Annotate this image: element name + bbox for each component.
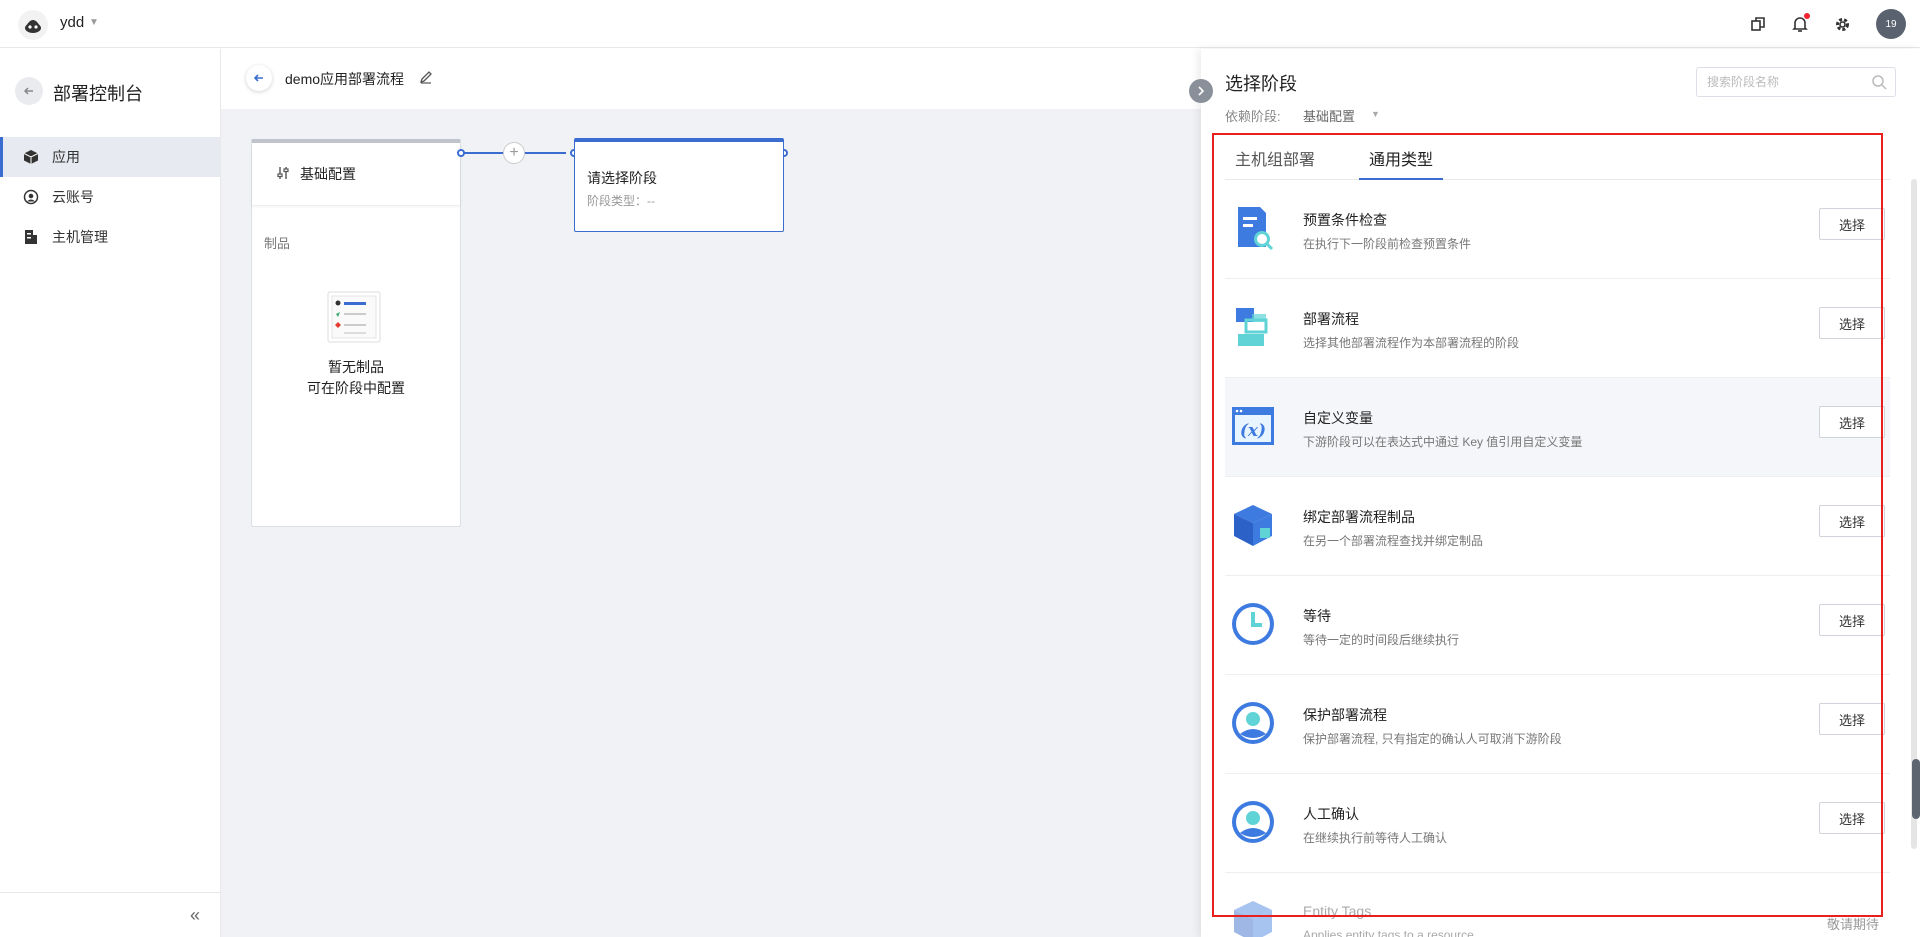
list-item-desc: 在执行下一阶段前检查预置条件 <box>1303 237 1472 251</box>
pending-stage-title: 请选择阶段 <box>587 170 657 186</box>
list-item-title: 保护部署流程 <box>1303 707 1387 723</box>
list-item-desc: 在另一个部署流程查找并绑定制品 <box>1303 534 1484 548</box>
avatar[interactable]: 19 <box>1876 9 1906 39</box>
list-item: 等待 等待一定的时间段后继续执行 选择 <box>1225 576 1890 675</box>
list-item-desc: 下游阶段可以在表达式中通过 Key 值引用自定义变量 <box>1303 435 1583 449</box>
sliders-icon <box>276 166 290 183</box>
artifact-section-label: 制品 <box>264 236 291 251</box>
list-item: 绑定部署流程制品 在另一个部署流程查找并绑定制品 选择 <box>1225 477 1890 576</box>
scrollbar-track[interactable] <box>1911 179 1917 849</box>
cube-icon <box>1230 502 1276 548</box>
empty-state-title: 暂无制品 <box>328 359 384 375</box>
connector-dot[interactable] <box>457 149 465 157</box>
svg-text:(x): (x) <box>1240 421 1266 441</box>
list-item-desc: Applies entity tags to a resource <box>1303 928 1474 937</box>
stage-search <box>1696 67 1896 97</box>
dependency-label: 依赖阶段: <box>1225 109 1281 124</box>
org-name[interactable]: ydd <box>60 14 84 31</box>
list-item-title: 预置条件检查 <box>1303 212 1387 228</box>
stage-type-list: 预置条件检查 在执行下一阶段前检查预置条件 选择 部署流程 选择其他部署流程作为… <box>1225 180 1890 937</box>
empty-state-hint: 可在阶段中配置 <box>307 380 405 396</box>
stage-card-basic-config[interactable]: 基础配置 制品 暂无制品 可在阶段中配置 <box>251 139 461 527</box>
list-item-title: 部署流程 <box>1303 311 1359 327</box>
drawer-title: 选择阶段 <box>1225 74 1297 94</box>
logo-icon[interactable] <box>18 10 48 40</box>
pending-stage-type: 阶段类型：-- <box>587 194 655 208</box>
select-button[interactable]: 选择 <box>1819 802 1885 834</box>
pencil-icon[interactable] <box>419 70 433 89</box>
sidebar-item-label: 主机管理 <box>52 229 108 245</box>
dependency-select[interactable]: 基础配置 <box>1303 106 1355 125</box>
list-item: 预置条件检查 在执行下一阶段前检查预置条件 选择 <box>1225 180 1890 279</box>
stage-type-tabs: 主机组部署 通用类型 <box>1225 132 1890 180</box>
user-shield-icon <box>1230 700 1276 746</box>
notification-dot <box>1804 13 1810 19</box>
select-button[interactable]: 选择 <box>1819 208 1885 240</box>
chevron-right-icon[interactable] <box>1189 79 1213 103</box>
pipeline-title: demo应用部署流程 <box>285 71 405 87</box>
stage-title: 基础配置 <box>300 166 356 182</box>
server-icon <box>22 228 40 246</box>
clock-icon <box>1230 601 1276 647</box>
list-item-title: Entity Tags <box>1303 903 1372 919</box>
collapse-icon[interactable]: « <box>190 905 200 926</box>
checklist-search-icon <box>1230 205 1276 251</box>
empty-artifact-icon <box>326 291 382 343</box>
sidebar-item-label: 应用 <box>52 149 80 165</box>
variable-icon: (x) <box>1230 403 1276 449</box>
chevron-down-icon[interactable]: ▼ <box>1371 109 1380 119</box>
scrollbar-thumb[interactable] <box>1912 759 1920 819</box>
user-confirm-icon <box>1230 799 1276 845</box>
select-button[interactable]: 选择 <box>1819 604 1885 636</box>
search-input[interactable] <box>1697 68 1857 96</box>
user-circle-icon <box>22 188 40 206</box>
list-item-title: 等待 <box>1303 608 1331 624</box>
top-bar: ydd ▼ 19 <box>0 0 1920 48</box>
select-button[interactable]: 选择 <box>1819 307 1885 339</box>
sidebar: 部署控制台 应用 云账号 主机管理 « <box>0 49 221 937</box>
gear-icon[interactable] <box>1832 14 1852 34</box>
back-button[interactable] <box>15 77 43 105</box>
search-icon[interactable] <box>1871 74 1887 95</box>
list-item: (x) 自定义变量 下游阶段可以在表达式中通过 Key 值引用自定义变量 选择 <box>1225 378 1890 477</box>
sidebar-footer: « <box>0 892 220 937</box>
tab-general-type[interactable]: 通用类型 <box>1359 146 1444 180</box>
list-item: 人工确认 在继续执行前等待人工确认 选择 <box>1225 774 1890 873</box>
sidebar-item-app[interactable]: 应用 <box>0 137 220 177</box>
list-item-desc: 等待一定的时间段后继续执行 <box>1303 633 1460 647</box>
tab-host-group-deploy[interactable]: 主机组部署 <box>1235 146 1315 180</box>
select-button[interactable]: 选择 <box>1819 406 1885 438</box>
pipeline-header: demo应用部署流程 <box>221 49 1201 109</box>
list-item: 部署流程 选择其他部署流程作为本部署流程的阶段 选择 <box>1225 279 1890 378</box>
stage-card-pending[interactable]: 请选择阶段 阶段类型：-- <box>574 138 784 232</box>
list-item-desc: 选择其他部署流程作为本部署流程的阶段 <box>1303 336 1520 350</box>
copy-icon[interactable] <box>1748 14 1768 34</box>
list-item: Entity Tags Applies entity tags to a res… <box>1225 873 1890 937</box>
list-item-desc: 保护部署流程, 只有指定的确认人可取消下游阶段 <box>1303 732 1562 746</box>
stage-header: 基础配置 <box>252 143 460 206</box>
list-item-desc: 在继续执行前等待人工确认 <box>1303 831 1448 845</box>
add-stage-button[interactable]: + <box>503 142 525 164</box>
sidebar-item-label: 云账号 <box>52 189 94 205</box>
back-arrow-button[interactable] <box>246 65 272 91</box>
select-button[interactable]: 选择 <box>1819 703 1885 735</box>
bell-icon[interactable] <box>1790 13 1810 34</box>
box-icon <box>22 148 40 166</box>
chevron-down-icon[interactable]: ▼ <box>89 17 99 28</box>
sidebar-item-cloud-account[interactable]: 云账号 <box>0 177 220 217</box>
pipeline-canvas: demo应用部署流程 基础配置 制品 暂无制品 可在阶段中配置 + 请选择阶段 … <box>221 49 1201 937</box>
sidebar-item-host-management[interactable]: 主机管理 <box>0 217 220 257</box>
select-button[interactable]: 选择 <box>1819 505 1885 537</box>
flow-icon <box>1230 304 1276 350</box>
list-item: 保护部署流程 保护部署流程, 只有指定的确认人可取消下游阶段 选择 <box>1225 675 1890 774</box>
coming-soon-label: 敬请期待 <box>1827 917 1880 932</box>
list-item-title: 绑定部署流程制品 <box>1303 509 1415 525</box>
list-item-title: 人工确认 <box>1303 806 1359 822</box>
sidebar-title: 部署控制台 <box>53 84 143 104</box>
select-stage-drawer: 选择阶段 依赖阶段: 基础配置 ▼ 主机组部署 通用类型 预置条件检查 在执行下… <box>1189 49 1920 937</box>
cube-icon <box>1230 898 1276 937</box>
list-item-title: 自定义变量 <box>1303 410 1373 426</box>
